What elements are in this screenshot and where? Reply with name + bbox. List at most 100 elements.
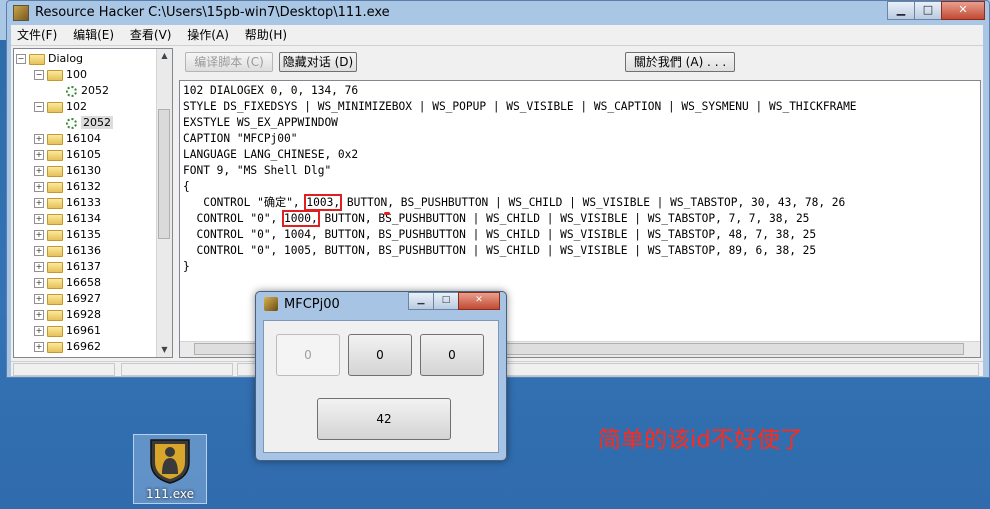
code-line: BUTTON, BS_PUSHBUTTON | WS_CHILD | WS_VI… [340, 196, 846, 209]
code-line: 102 DIALOGEX 0, 0, 134, 76 [183, 84, 359, 97]
folder-icon [47, 341, 63, 353]
folder-open-icon [29, 53, 45, 65]
tree-folder-label: 16658 [66, 276, 101, 289]
collapse-icon[interactable]: − [16, 54, 26, 64]
code-line: } [183, 260, 190, 273]
tree-folder-16104[interactable]: +16104 [34, 131, 101, 147]
tree-folder-label: 16134 [66, 212, 101, 225]
tree-folder-16136[interactable]: +16136 [34, 243, 101, 259]
scroll-thumb[interactable] [158, 109, 170, 239]
dialog-button-1000[interactable]: 0 [276, 334, 340, 376]
menu-file[interactable]: 文件(F) [11, 25, 63, 45]
expand-icon[interactable]: + [34, 326, 44, 336]
hide-dialog-button[interactable]: 隐藏对话 (D) [279, 52, 357, 72]
expand-icon[interactable]: + [34, 182, 44, 192]
tree-leaf-label: 2052 [81, 116, 113, 129]
folder-icon [47, 133, 63, 145]
expand-icon[interactable]: + [34, 150, 44, 160]
shield-app-icon [150, 439, 190, 484]
tree-folder-label: 16132 [66, 180, 101, 193]
code-line: CONTROL "0", 1005, BUTTON, BS_PUSHBUTTON… [183, 244, 817, 257]
tree-folder-label: 16137 [66, 260, 101, 273]
code-line: EXSTYLE WS_EX_APPWINDOW [183, 116, 338, 129]
expand-icon[interactable]: + [34, 166, 44, 176]
resource-hacker-app-icon [13, 4, 29, 21]
compile-script-button[interactable]: 编译脚本 (C) [185, 52, 273, 72]
code-line: FONT 9, "MS Shell Dlg" [183, 164, 332, 177]
tree-folder-16105[interactable]: +16105 [34, 147, 101, 163]
code-line: CAPTION "MFCPj00" [183, 132, 298, 145]
dialog-maximize-button[interactable]: □ [433, 292, 459, 310]
scroll-down-icon[interactable]: ▼ [157, 343, 172, 357]
tree-folder-16130[interactable]: +16130 [34, 163, 101, 179]
tree-folder-16658[interactable]: +16658 [34, 275, 101, 291]
code-line: { [183, 180, 190, 193]
expand-icon[interactable]: + [34, 294, 44, 304]
tree-folder-label: 16135 [66, 228, 101, 241]
expand-icon[interactable]: + [34, 342, 44, 352]
tree-folder-label: 16927 [66, 292, 101, 305]
resource-tree[interactable]: − Dialog −100 2052 −102 2052 +16104 +16105… [13, 48, 173, 358]
status-pane [121, 363, 233, 376]
close-button[interactable]: ✕ [941, 1, 985, 20]
tree-folder-16133[interactable]: +16133 [34, 195, 101, 211]
folder-icon [47, 309, 63, 321]
dialog-button-1005[interactable]: 0 [420, 334, 484, 376]
code-line: LANGUAGE LANG_CHINESE, 0x2 [183, 148, 359, 161]
tree-folder-label: 16105 [66, 148, 101, 161]
window-title-text: Resource Hacker C:\Users\15pb-win7\Deskt… [35, 5, 390, 20]
tree-folder-16137[interactable]: +16137 [34, 259, 101, 275]
expand-icon[interactable]: + [34, 246, 44, 256]
tree-scrollbar[interactable]: ▲ ▼ [156, 49, 172, 357]
tree-node-label: 102 [66, 100, 87, 113]
tree-folder-label: 16961 [66, 324, 101, 337]
expand-icon[interactable]: + [34, 278, 44, 288]
folder-icon [47, 213, 63, 225]
dialog-button-1003[interactable]: 42 [317, 398, 451, 440]
dialog-close-button[interactable]: ✕ [458, 292, 500, 310]
tree-folder-16962[interactable]: +16962 [34, 339, 101, 355]
tree-folder-label: 16136 [66, 244, 101, 257]
dialog-button-1004[interactable]: 0 [348, 334, 412, 376]
desktop-icon-111exe[interactable]: 111.exe [133, 434, 207, 504]
tree-root-dialog[interactable]: − Dialog [16, 51, 83, 67]
expand-icon[interactable]: + [34, 198, 44, 208]
menu-view[interactable]: 查看(V) [124, 25, 178, 45]
expand-icon[interactable]: + [34, 230, 44, 240]
expand-icon[interactable]: + [34, 134, 44, 144]
tree-leaf-2052[interactable]: 2052 [66, 83, 109, 99]
folder-open-icon [47, 69, 63, 81]
scroll-up-icon[interactable]: ▲ [157, 49, 172, 63]
menu-help[interactable]: 帮助(H) [239, 25, 293, 45]
tree-folder-16927[interactable]: +16927 [34, 291, 101, 307]
tree-node-102[interactable]: − 102 [34, 99, 87, 115]
maximize-button[interactable]: □ [914, 1, 942, 20]
code-line: CONTROL "0", 1004, BUTTON, BS_PUSHBUTTON… [183, 228, 817, 241]
tree-node-100[interactable]: − 100 [34, 67, 87, 83]
menu-edit[interactable]: 编辑(E) [67, 25, 120, 45]
tree-folder-16132[interactable]: +16132 [34, 179, 101, 195]
tree-folder-16961[interactable]: +16961 [34, 323, 101, 339]
tree-leaf-label: 2052 [81, 84, 109, 97]
menu-action[interactable]: 操作(A) [181, 25, 235, 45]
about-button[interactable]: 關於我們 (A) . . . [625, 52, 735, 72]
expand-icon[interactable]: + [34, 262, 44, 272]
menu-bar: 文件(F) 编辑(E) 查看(V) 操作(A) 帮助(H) [11, 25, 983, 46]
expand-icon[interactable]: + [34, 214, 44, 224]
dialog-title: MFCPj00 [284, 297, 340, 312]
minimize-button[interactable]: ▁ [887, 1, 915, 20]
dialog-minimize-button[interactable]: ▁ [408, 292, 434, 310]
dialog-client-area: 0 0 0 42 [263, 320, 499, 453]
tree-folder-16928[interactable]: +16928 [34, 307, 101, 323]
collapse-icon[interactable]: − [34, 70, 44, 80]
tree-leaf-2052-selected[interactable]: 2052 [66, 115, 113, 131]
code-line: BUTTON, BS_PUSHBUTTON | WS_CHILD | WS_VI… [317, 212, 810, 225]
red-mark [384, 212, 390, 215]
folder-icon [47, 149, 63, 161]
collapse-icon[interactable]: − [34, 102, 44, 112]
tree-folder-16134[interactable]: +16134 [34, 211, 101, 227]
expand-icon[interactable]: + [34, 310, 44, 320]
folder-icon [47, 325, 63, 337]
tree-folder-16135[interactable]: +16135 [34, 227, 101, 243]
status-pane [13, 363, 115, 376]
